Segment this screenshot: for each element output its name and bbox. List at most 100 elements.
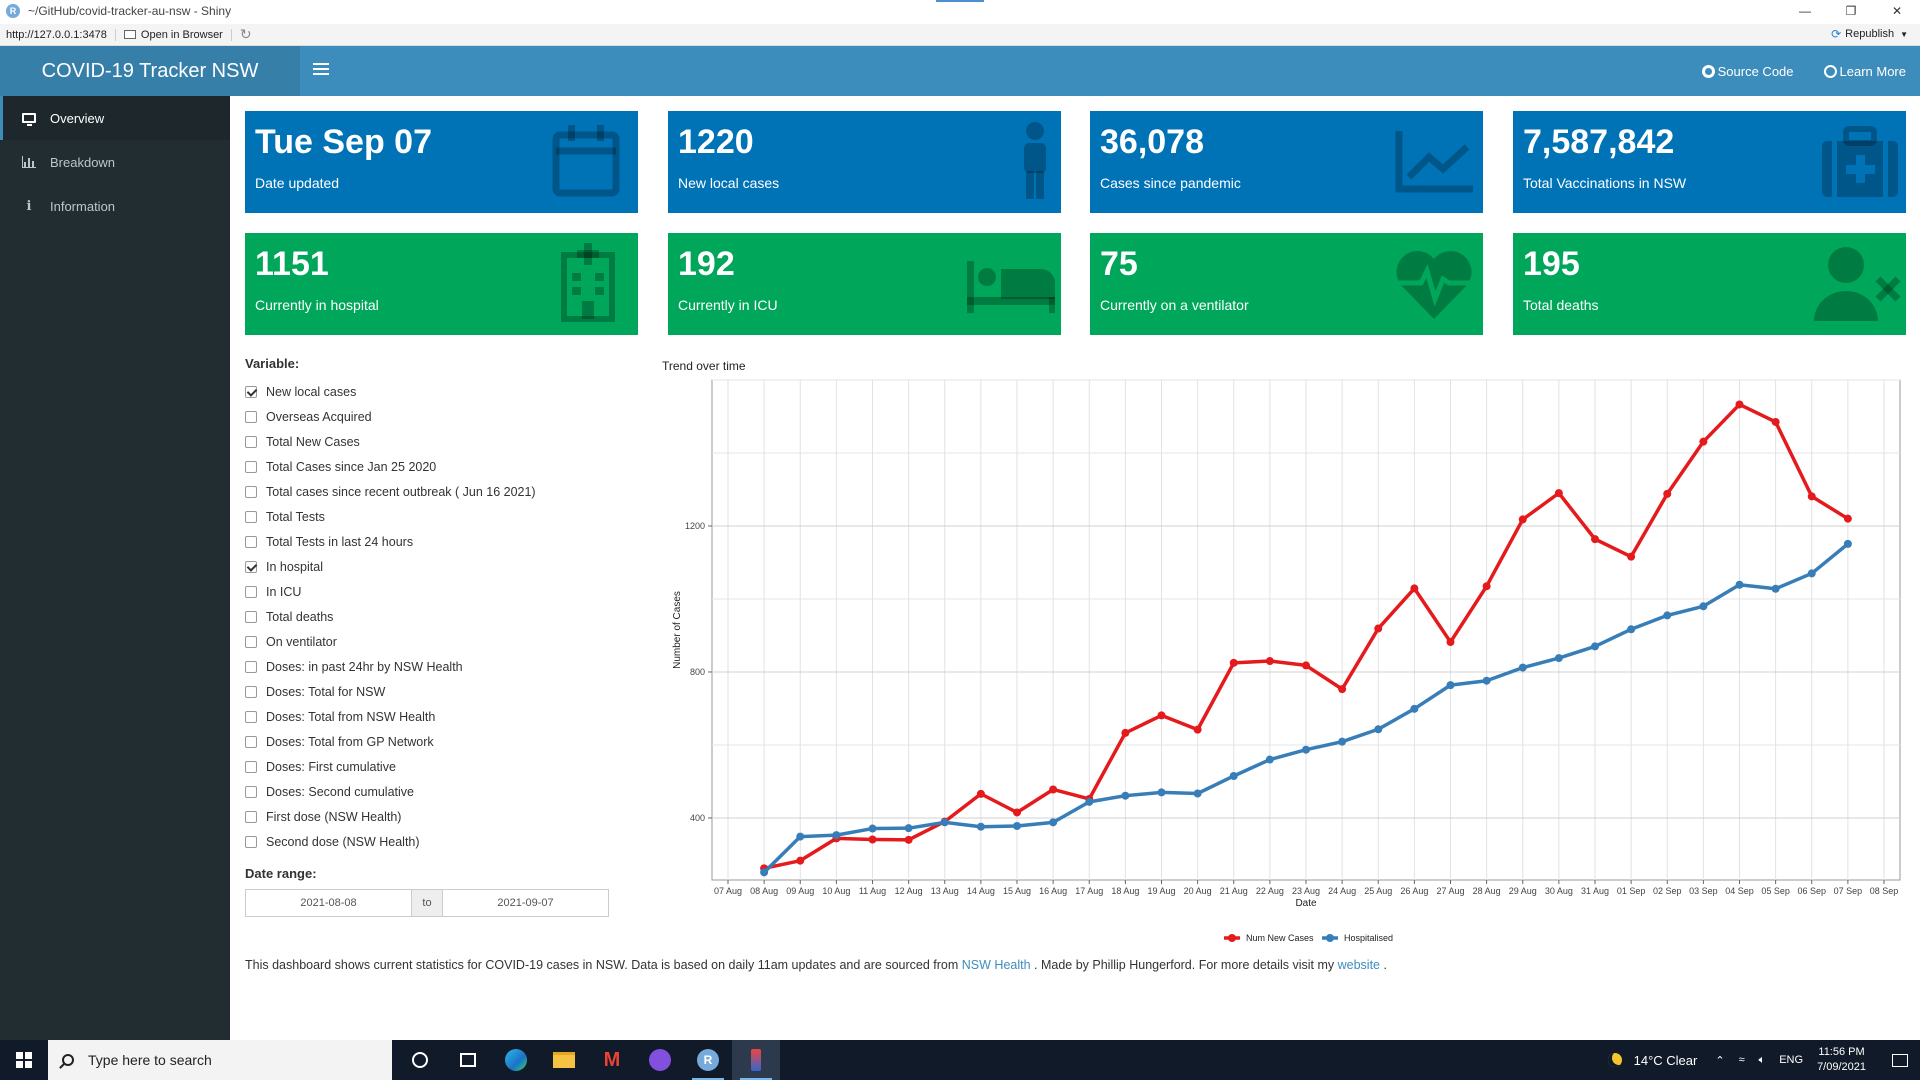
close-button[interactable]: ✕	[1874, 0, 1920, 22]
refresh-icon[interactable]: ↻	[240, 26, 252, 43]
taskbar-gmail[interactable]: M	[588, 1040, 636, 1080]
checkbox[interactable]	[245, 810, 257, 823]
checkbox[interactable]	[245, 835, 257, 848]
taskbar-edge[interactable]	[492, 1040, 540, 1080]
variable-option[interactable]: Second dose (NSW Health)	[245, 829, 585, 854]
start-button[interactable]	[0, 1040, 48, 1080]
learn-more-link[interactable]: Learn More	[1823, 64, 1906, 79]
open-in-browser-button[interactable]: Open in Browser	[123, 28, 232, 41]
variable-option[interactable]: Total Tests in last 24 hours	[245, 529, 585, 554]
speaker-icon[interactable]: 🔈︎	[1759, 1054, 1766, 1067]
variable-option-label: Total New Cases	[266, 434, 360, 449]
x-tick-label: 10 Aug	[822, 886, 850, 896]
rstudio-taskbar-icon: R	[697, 1049, 719, 1071]
checkbox[interactable]	[245, 785, 257, 798]
sidebar-toggle-icon[interactable]	[313, 60, 329, 78]
checkbox[interactable]	[245, 435, 257, 448]
calendar-icon	[544, 121, 634, 201]
checkbox[interactable]	[245, 510, 257, 523]
sidebar-item-breakdown[interactable]: Breakdown	[0, 140, 230, 184]
x-tick-label: 17 Aug	[1075, 886, 1103, 896]
variable-option[interactable]: Total New Cases	[245, 429, 585, 454]
variable-option[interactable]: Doses: Total from GP Network	[245, 729, 585, 754]
variable-option[interactable]: Total Cases since Jan 25 2020	[245, 454, 585, 479]
app-title[interactable]: COVID-19 Tracker NSW	[0, 46, 300, 96]
title-accent-bar	[936, 0, 984, 2]
checkbox[interactable]	[245, 660, 257, 673]
value-box-total-vaccinations: 7,587,842 Total Vaccinations in NSW	[1513, 111, 1906, 213]
taskbar-clock[interactable]: 11:56 PM 7/09/2021	[1817, 1045, 1866, 1075]
wifi-icon[interactable]: ≈	[1739, 1054, 1745, 1066]
variable-option[interactable]: Total deaths	[245, 604, 585, 629]
taskbar-shiny-viewer[interactable]	[732, 1040, 780, 1080]
variable-option[interactable]: New local cases	[245, 379, 585, 404]
taskbar-explorer[interactable]	[540, 1040, 588, 1080]
variable-option[interactable]: First dose (NSW Health)	[245, 804, 585, 829]
nsw-health-link[interactable]: NSW Health	[962, 958, 1031, 972]
data-point	[1410, 704, 1419, 713]
taskview-app[interactable]	[444, 1040, 492, 1080]
variable-option[interactable]: Doses: Second cumulative	[245, 779, 585, 804]
x-tick-label: 04 Sep	[1725, 886, 1754, 896]
checkbox[interactable]	[245, 385, 257, 398]
website-link[interactable]: website	[1338, 958, 1380, 972]
variable-option[interactable]: Overseas Acquired	[245, 404, 585, 429]
checkbox[interactable]	[245, 685, 257, 698]
heartbeat-icon	[1389, 243, 1479, 323]
checkbox[interactable]	[245, 460, 257, 473]
chevron-up-icon[interactable]: ⌃	[1715, 1054, 1724, 1067]
variable-option[interactable]: Doses: Total for NSW	[245, 679, 585, 704]
data-point	[1663, 611, 1672, 620]
checkbox[interactable]	[245, 410, 257, 423]
variable-option[interactable]: Doses: First cumulative	[245, 754, 585, 779]
value-box-subtitle: Currently on a ventilator	[1100, 297, 1249, 313]
date-end-input[interactable]: 2021-09-07	[442, 889, 609, 917]
notification-icon[interactable]	[1880, 1053, 1920, 1067]
taskbar-github[interactable]	[636, 1040, 684, 1080]
checkbox[interactable]	[245, 735, 257, 748]
variable-option[interactable]: On ventilator	[245, 629, 585, 654]
republish-button[interactable]: ⟳ Republish ▼	[1831, 27, 1908, 41]
variable-option[interactable]: Total Tests	[245, 504, 585, 529]
variable-option[interactable]: In ICU	[245, 579, 585, 604]
variable-option[interactable]: Doses: Total from NSW Health	[245, 704, 585, 729]
source-code-link[interactable]: Source Code	[1701, 64, 1794, 79]
variable-option[interactable]: In hospital	[245, 554, 585, 579]
edge-icon	[505, 1049, 527, 1071]
taskbar-rstudio[interactable]: R	[684, 1040, 732, 1080]
checkbox[interactable]	[245, 560, 257, 573]
viewer-url[interactable]: http://127.0.0.1:3478	[6, 28, 116, 41]
sidebar-item-information[interactable]: i Information	[0, 184, 230, 228]
variable-option[interactable]: Total cases since recent outbreak ( Jun …	[245, 479, 585, 504]
data-point	[1410, 584, 1419, 593]
taskbar-search[interactable]: Type here to search	[48, 1040, 392, 1080]
checkbox[interactable]	[245, 635, 257, 648]
value-box-date-updated: Tue Sep 07 Date updated	[245, 111, 638, 213]
variable-option-label: Total Cases since Jan 25 2020	[266, 459, 437, 474]
variable-option-label: Overseas Acquired	[266, 409, 372, 424]
checkbox[interactable]	[245, 535, 257, 548]
x-tick-label: 16 Aug	[1039, 886, 1067, 896]
checkbox[interactable]	[245, 485, 257, 498]
weather-widget[interactable]: 14°C Clear	[1607, 1052, 1698, 1068]
windows-taskbar: Type here to search M R 14°C Clear ⌃ ≈ 🔈…	[0, 1040, 1920, 1080]
chevron-down-icon: ▼	[1900, 29, 1908, 39]
data-point	[1807, 569, 1816, 578]
variable-option-label: In ICU	[266, 584, 302, 599]
x-tick-label: 15 Aug	[1003, 886, 1031, 896]
checkbox[interactable]	[245, 760, 257, 773]
value-box-value: 7,587,842	[1523, 123, 1675, 161]
date-start-input[interactable]: 2021-08-08	[245, 889, 412, 917]
y-tick-label: 800	[690, 667, 705, 677]
checkbox[interactable]	[245, 585, 257, 598]
variable-option[interactable]: Doses: in past 24hr by NSW Health	[245, 654, 585, 679]
language-indicator[interactable]: ENG	[1779, 1054, 1803, 1066]
task-view-button[interactable]	[396, 1040, 444, 1080]
sidebar-item-overview[interactable]: Overview	[0, 96, 230, 140]
checkbox[interactable]	[245, 610, 257, 623]
minimize-button[interactable]: —	[1782, 0, 1828, 22]
weather-text: 14°C Clear	[1633, 1052, 1698, 1068]
checkbox[interactable]	[245, 710, 257, 723]
data-point	[1338, 737, 1347, 746]
restore-button[interactable]: ❐	[1828, 0, 1874, 22]
